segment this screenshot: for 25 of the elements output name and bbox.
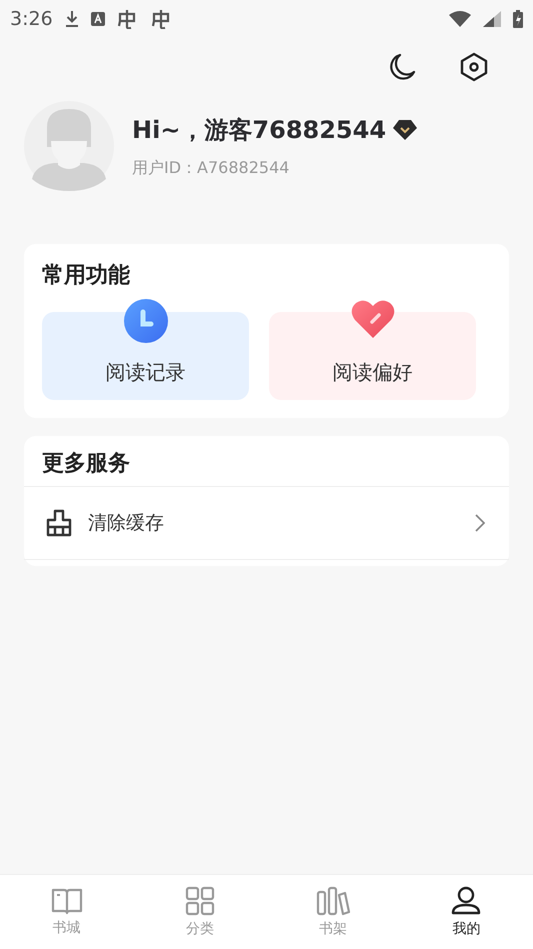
section-title: 常用功能 [42,262,131,290]
nav-tab[interactable]: 我的 [400,875,533,949]
status-time: 3:26 [10,8,53,30]
bookshelf-icon [316,886,350,916]
settings-icon[interactable] [459,52,489,82]
section-title: 更多服务 [41,450,131,478]
book-icon [50,887,83,915]
heart-icon [350,298,396,340]
signal-icon [483,11,501,27]
battery-icon [513,10,523,28]
service-row[interactable]: 清除缓存 [24,486,509,560]
clock-icon [122,298,168,344]
font-icon [90,12,105,26]
user-greeting: Hi~，游客76882544 [132,114,386,146]
wifi-icon [449,11,471,27]
function-card[interactable]: 阅读偏好 [269,312,476,400]
chevron-right-icon [475,514,485,532]
broom-icon [46,509,72,537]
function-card[interactable]: 阅读记录 [42,312,249,400]
diamond-badge-icon [392,118,418,140]
grid-icon [184,886,215,916]
download-icon [64,10,79,28]
person-icon [450,886,482,916]
service-label: 清除缓存 [88,511,165,536]
user-id: 用户ID：A76882544 [132,158,290,178]
